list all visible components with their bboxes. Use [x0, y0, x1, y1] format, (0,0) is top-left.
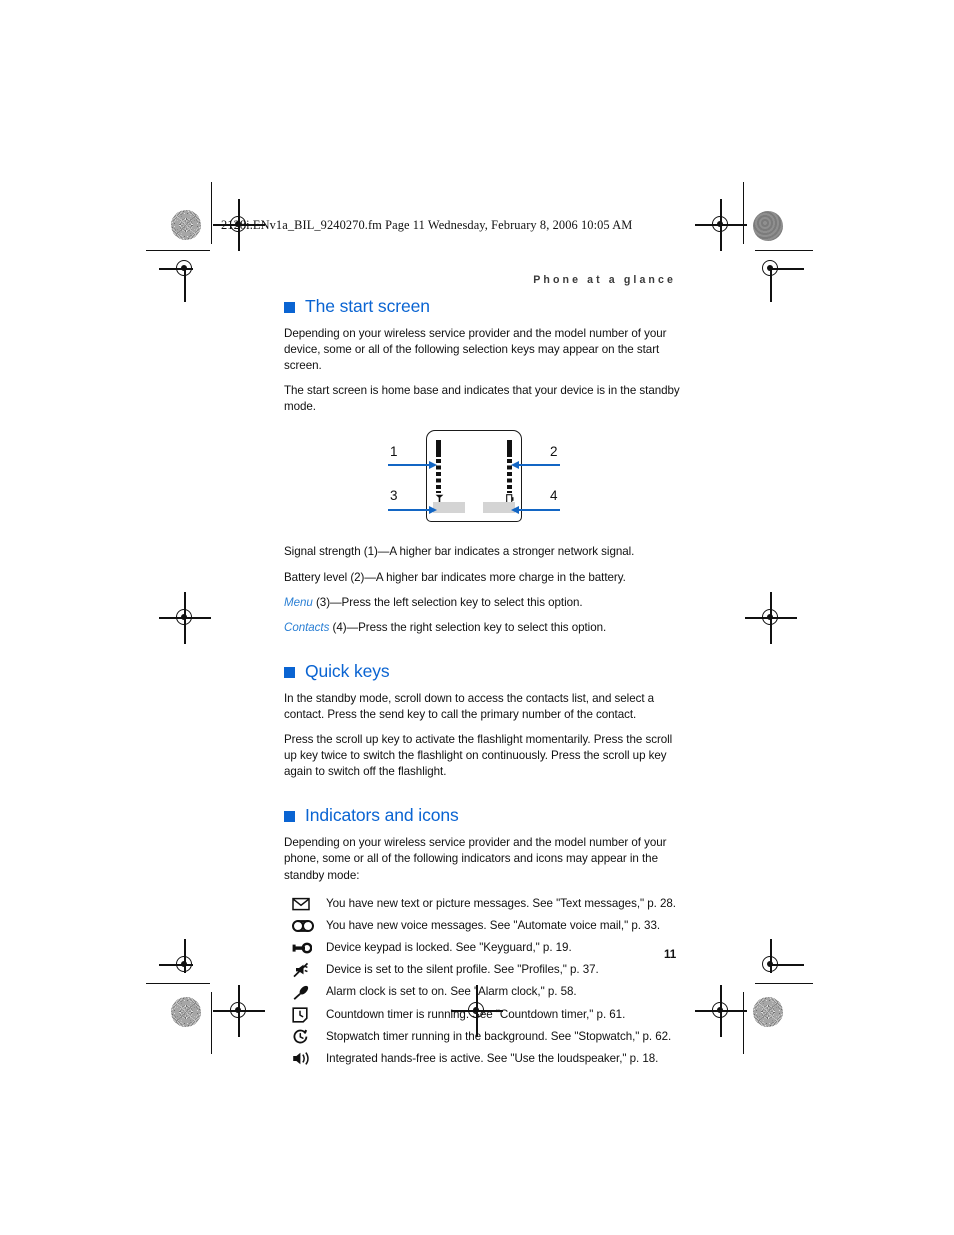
section-bullet-square-icon — [284, 811, 295, 823]
crop-line-bottom-left-vertical — [211, 992, 213, 1054]
section-heading-text: Indicators and icons — [305, 805, 459, 826]
source-file-header: 2128i.ENv1a_BIL_9240270.fm Page 11 Wedne… — [221, 218, 633, 232]
section-bullet-square-icon — [284, 666, 295, 678]
indicator-row: Device is set to the silent profile. See… — [284, 961, 684, 983]
registration-mark-top-right — [695, 199, 747, 251]
indicator-row: Countdown timer is running. See "Countdo… — [284, 1006, 684, 1028]
start-screen-figure: 1 2 3 4 — [284, 426, 684, 530]
registration-mark-bottom-left — [213, 985, 265, 1037]
indicator-text: Alarm clock is set to on. See "Alarm clo… — [326, 985, 577, 999]
registration-mark-lower-left — [159, 939, 202, 982]
paragraph-quick-keys-2: Press the scroll up key to activate the … — [284, 733, 673, 779]
registration-mark-upper-right — [754, 252, 804, 302]
legend-menu-text: (3)—Press the left selection key to sele… — [312, 595, 583, 609]
legend-contacts-label: Contacts — [284, 620, 330, 634]
density-patch-bottom-left — [171, 997, 201, 1027]
crop-line-bottom-right-vertical — [743, 992, 745, 1054]
indicator-text: Device keypad is locked. See "Keyguard,"… — [326, 940, 572, 954]
section-heading-text: Quick keys — [305, 660, 390, 681]
legend-menu-label: Menu — [284, 595, 313, 609]
crop-line-lower-right-horizontal — [755, 983, 813, 985]
battery-level-bar-filled — [507, 440, 512, 457]
callout-arrow-3 — [388, 505, 437, 514]
paragraph-start-screen-2: The start screen is home base and indica… — [284, 384, 680, 414]
page-content: The start screen Depending on your wirel… — [284, 296, 684, 1072]
loudspeaker-icon — [284, 1050, 326, 1068]
indicator-row: Integrated hands-free is active. See "Us… — [284, 1050, 684, 1072]
section-heading-quick-keys: Quick keys — [284, 661, 684, 682]
indicator-text: You have new voice messages. See "Automa… — [326, 918, 661, 932]
legend-signal-strength: Signal strength (1)—A higher bar indicat… — [284, 545, 635, 559]
callout-arrow-4 — [511, 505, 560, 514]
registration-mark-mid-left — [159, 592, 211, 644]
left-selection-key-graphic — [433, 502, 465, 514]
density-patch-top-left — [171, 210, 201, 240]
registration-mark-upper-left — [159, 252, 202, 302]
page-number: 11 — [664, 948, 677, 961]
section-gap-1 — [284, 645, 684, 661]
callout-arrow-2 — [511, 460, 560, 469]
legend-contacts-key: Contacts (4)—Press the right selection k… — [284, 620, 684, 636]
paragraph-start-screen-1: Depending on your wireless service provi… — [284, 327, 667, 373]
section-gap-2 — [284, 789, 684, 805]
indicator-row: Alarm clock is set to on. See "Alarm clo… — [284, 983, 684, 1005]
crop-line-top-right-vertical — [743, 182, 745, 244]
callout-arrow-1 — [388, 460, 437, 469]
callout-number-2: 2 — [550, 444, 558, 460]
envelope-icon — [284, 895, 326, 913]
density-patch-bottom-right — [753, 997, 783, 1027]
indicator-row: You have new text or picture messages. S… — [284, 895, 684, 917]
countdown-timer-icon — [284, 1006, 326, 1024]
density-patch-top-right — [753, 211, 783, 241]
alarm-bell-icon — [284, 983, 326, 1001]
registration-mark-bottom-right — [695, 985, 747, 1037]
indicator-text: Stopwatch timer running in the backgroun… — [326, 1029, 672, 1043]
crop-line-lower-left-horizontal — [146, 983, 210, 985]
running-header: Phone at a glance — [533, 274, 676, 286]
legend-contacts-text: (4)—Press the right selection key to sel… — [329, 620, 607, 634]
key-icon — [284, 939, 326, 957]
section-heading-text: The start screen — [305, 296, 430, 316]
voicemail-icon — [284, 917, 326, 935]
callout-number-1: 1 — [390, 444, 398, 460]
indicator-row: Stopwatch timer running in the backgroun… — [284, 1028, 684, 1050]
indicator-text: You have new text or picture messages. S… — [326, 896, 676, 910]
section-heading-indicators-and-icons: Indicators and icons — [284, 805, 684, 826]
callout-number-4: 4 — [550, 488, 558, 504]
crop-line-top-left-vertical — [211, 182, 213, 244]
silent-profile-icon — [284, 961, 326, 979]
stopwatch-icon — [284, 1028, 326, 1046]
indicator-text: Countdown timer is running. See "Countdo… — [326, 1007, 626, 1021]
registration-mark-lower-right — [754, 939, 804, 982]
phone-display-outline — [426, 430, 522, 523]
legend-battery-level: Battery level (2)—A higher bar indicates… — [284, 570, 626, 584]
indicator-text: Integrated hands-free is active. See "Us… — [326, 1051, 659, 1065]
signal-strength-bar-filled — [436, 440, 441, 457]
phone-illustration: 1 2 3 4 — [388, 430, 560, 523]
indicator-row: You have new voice messages. See "Automa… — [284, 917, 684, 939]
indicator-icon-list: You have new text or picture messages. S… — [284, 895, 684, 1072]
section-bullet-square-icon — [284, 302, 295, 313]
section-heading-start-screen: The start screen — [284, 296, 684, 317]
indicator-text: Device is set to the silent profile. See… — [326, 963, 599, 977]
legend-menu-key: Menu (3)—Press the left selection key to… — [284, 595, 684, 611]
callout-number-3: 3 — [390, 488, 398, 504]
registration-mark-mid-right — [745, 592, 797, 644]
paragraph-quick-keys-1: In the standby mode, scroll down to acce… — [284, 691, 655, 721]
indicator-row: Device keypad is locked. See "Keyguard,"… — [284, 939, 684, 961]
paragraph-indicators-1: Depending on your wireless service provi… — [284, 836, 667, 882]
